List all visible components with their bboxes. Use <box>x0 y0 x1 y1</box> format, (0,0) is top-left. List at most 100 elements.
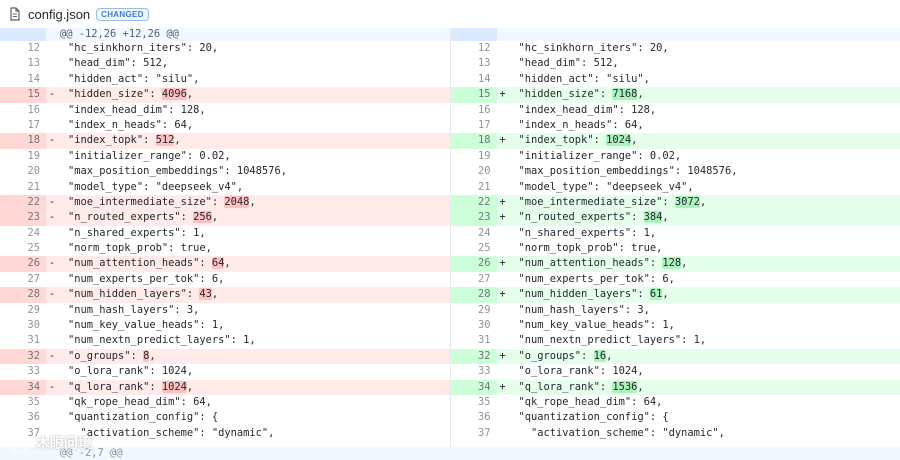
diff-line[interactable]: 33 "o_lora_rank": 1024, <box>451 364 900 379</box>
diff-line[interactable]: 34- "q_lora_rank": 1024, <box>0 379 450 395</box>
line-number[interactable]: 19 <box>451 149 497 164</box>
line-number[interactable]: 18 <box>450 133 497 149</box>
diff-line[interactable]: 18 + "index_topk": 1024, <box>450 133 900 149</box>
diff-line[interactable]: 28- "num_hidden_layers": 43, <box>0 287 450 303</box>
diff-line[interactable]: 17 "index_n_heads": 64, <box>451 118 900 133</box>
diff-line[interactable]: 19 "initializer_range": 0.02, <box>0 149 450 164</box>
diff-line[interactable]: 20 "max_position_embeddings": 1048576, <box>451 164 900 179</box>
diff-line[interactable]: 25 "norm_topk_prob": true, <box>0 241 450 256</box>
diff-line[interactable]: 12 "hc_sinkhorn_iters": 20, <box>451 41 900 56</box>
diff-line[interactable]: 18- "index_topk": 512, <box>0 133 450 149</box>
line-number[interactable]: 16 <box>0 103 46 118</box>
line-number[interactable]: 31 <box>451 333 497 348</box>
line-number[interactable]: 27 <box>451 272 497 287</box>
line-number[interactable]: 28 <box>0 287 46 303</box>
line-number[interactable]: 24 <box>0 226 46 241</box>
diff-line[interactable]: 31 "num_nextn_predict_layers": 1, <box>451 333 900 348</box>
diff-line[interactable]: 24 "n_shared_experts": 1, <box>451 226 900 241</box>
line-number[interactable]: 25 <box>0 241 46 256</box>
diff-line[interactable]: 12 "hc_sinkhorn_iters": 20, <box>0 41 450 56</box>
line-number[interactable]: 36 <box>451 410 497 425</box>
line-number[interactable]: 30 <box>451 318 497 333</box>
diff-line[interactable]: 35 "qk_rope_head_dim": 64, <box>0 395 450 410</box>
line-number[interactable]: 17 <box>0 118 46 133</box>
hunk-footer[interactable]: @@ -2,7 @@ <box>0 447 900 460</box>
line-number[interactable]: 29 <box>451 303 497 318</box>
diff-line[interactable]: 15 + "hidden_size": 7168, <box>450 87 900 103</box>
line-number[interactable]: 33 <box>451 364 497 379</box>
line-number[interactable]: 26 <box>0 256 46 272</box>
diff-line[interactable]: 21 "model_type": "deepseek_v4", <box>451 180 900 195</box>
line-number[interactable]: 13 <box>0 56 46 71</box>
line-number[interactable]: 21 <box>0 180 46 195</box>
line-number[interactable]: 32 <box>450 348 497 365</box>
line-number[interactable]: 22 <box>450 194 497 211</box>
diff-line[interactable]: 34 + "q_lora_rank": 1536, <box>450 379 900 395</box>
line-number[interactable]: 30 <box>0 318 46 333</box>
line-number[interactable]: 37 <box>451 426 497 441</box>
diff-line[interactable]: 16 "index_head_dim": 128, <box>451 103 900 118</box>
diff-line[interactable]: 15- "hidden_size": 4096, <box>0 87 450 103</box>
diff-line[interactable]: 28 + "num_hidden_layers": 61, <box>450 287 900 303</box>
diff-line[interactable]: 35 "qk_rope_head_dim": 64, <box>451 395 900 410</box>
diff-line[interactable]: 36 "quantization_config": { <box>0 410 450 425</box>
diff-line[interactable]: 22 + "moe_intermediate_size": 3072, <box>450 194 900 211</box>
diff-line[interactable]: 21 "model_type": "deepseek_v4", <box>0 180 450 195</box>
diff-line[interactable]: 22- "moe_intermediate_size": 2048, <box>0 194 450 211</box>
diff-line[interactable]: 20 "max_position_embeddings": 1048576, <box>0 164 450 179</box>
line-number[interactable]: 27 <box>0 272 46 287</box>
diff-line[interactable]: 30 "num_key_value_heads": 1, <box>0 318 450 333</box>
line-number[interactable]: 13 <box>451 56 497 71</box>
line-number[interactable]: 14 <box>0 72 46 87</box>
diff-line[interactable]: 14 "hidden_act": "silu", <box>451 72 900 87</box>
diff-line[interactable]: 24 "n_shared_experts": 1, <box>0 226 450 241</box>
hunk-header[interactable]: @@ -12,26 +12,26 @@ <box>0 28 450 41</box>
line-number[interactable]: 34 <box>0 379 46 395</box>
line-number[interactable]: 15 <box>450 87 497 103</box>
hunk-header[interactable] <box>450 28 900 41</box>
line-number[interactable]: 25 <box>451 241 497 256</box>
line-number[interactable]: 22 <box>0 194 46 211</box>
diff-line[interactable]: 37 "activation_scheme": "dynamic", <box>451 426 900 441</box>
diff-line[interactable]: 27 "num_experts_per_tok": 6, <box>0 272 450 287</box>
line-number[interactable]: 21 <box>451 180 497 195</box>
line-number[interactable]: 20 <box>451 164 497 179</box>
line-number[interactable]: 15 <box>0 87 46 103</box>
line-number[interactable]: 19 <box>0 149 46 164</box>
line-number[interactable]: 16 <box>451 103 497 118</box>
line-number[interactable]: 33 <box>0 364 46 379</box>
line-number[interactable]: 35 <box>0 395 46 410</box>
diff-line[interactable]: 16 "index_head_dim": 128, <box>0 103 450 118</box>
line-number[interactable]: 18 <box>0 133 46 149</box>
diff-line[interactable]: 27 "num_experts_per_tok": 6, <box>451 272 900 287</box>
line-number[interactable]: 35 <box>451 395 497 410</box>
diff-line[interactable]: 17 "index_n_heads": 64, <box>0 118 450 133</box>
line-number[interactable]: 31 <box>0 333 46 348</box>
diff-line[interactable]: 25 "norm_topk_prob": true, <box>451 241 900 256</box>
line-number[interactable]: 26 <box>450 256 497 272</box>
diff-line[interactable]: 31 "num_nextn_predict_layers": 1, <box>0 333 450 348</box>
line-number[interactable]: 36 <box>0 410 46 425</box>
diff-line[interactable]: 32 + "o_groups": 16, <box>450 348 900 365</box>
diff-line[interactable]: 13 "head_dim": 512, <box>0 56 450 71</box>
diff-line[interactable]: 29 "num_hash_layers": 3, <box>0 303 450 318</box>
diff-line[interactable]: 23 + "n_routed_experts": 384, <box>450 210 900 226</box>
diff-line[interactable]: 30 "num_key_value_heads": 1, <box>451 318 900 333</box>
diff-line[interactable]: 19 "initializer_range": 0.02, <box>451 149 900 164</box>
line-number[interactable]: 12 <box>451 41 497 56</box>
diff-line[interactable]: 26- "num_attention_heads": 64, <box>0 256 450 272</box>
line-number[interactable]: 29 <box>0 303 46 318</box>
diff-line[interactable]: 29 "num_hash_layers": 3, <box>451 303 900 318</box>
diff-line[interactable]: 23- "n_routed_experts": 256, <box>0 210 450 226</box>
line-number[interactable]: 23 <box>0 210 46 226</box>
diff-line[interactable]: 26 + "num_attention_heads": 128, <box>450 256 900 272</box>
diff-line[interactable]: 14 "hidden_act": "silu", <box>0 72 450 87</box>
line-number[interactable]: 12 <box>0 41 46 56</box>
diff-line[interactable]: 13 "head_dim": 512, <box>451 56 900 71</box>
diff-line[interactable]: 36 "quantization_config": { <box>451 410 900 425</box>
line-number[interactable]: 32 <box>0 348 46 365</box>
line-number[interactable]: 34 <box>450 379 497 395</box>
file-name[interactable]: config.json <box>28 7 90 22</box>
line-number[interactable]: 20 <box>0 164 46 179</box>
line-number[interactable]: 17 <box>451 118 497 133</box>
